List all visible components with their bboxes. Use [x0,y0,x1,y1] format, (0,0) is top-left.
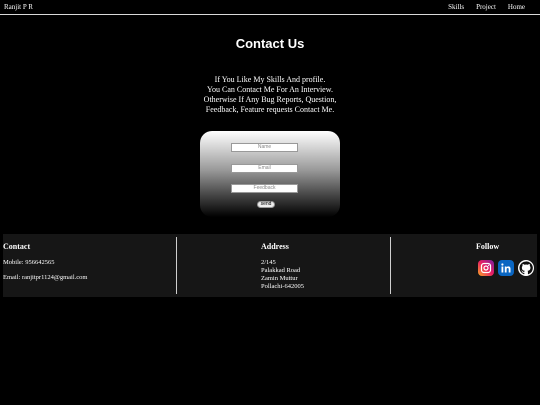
nav-link-skills[interactable]: Skills [448,3,464,11]
nav-link-home[interactable]: Home [508,3,525,11]
social-icons [478,260,534,276]
feedback-input[interactable]: Feedback [231,184,298,193]
instagram-icon[interactable] [478,260,494,276]
address-line: 2/145 [261,259,276,266]
intro-text: If You Like My Skills And profile. You C… [0,75,540,115]
intro-line: If You Like My Skills And profile. [214,75,326,84]
nav-links: Skills Project Home [448,3,525,11]
address-block: 2/145 Palakkad Road Zamin Muttur Pollach… [261,259,304,291]
intro-line: You Can Contact Me For An Interview. [207,85,333,94]
github-icon[interactable] [518,260,534,276]
address-line: Zamin Muttur [261,275,298,282]
intro-line: Otherwise If Any Bug Reports, Question, [203,95,337,104]
footer: Contact Mobile: 956642565 Email: ranjitp… [3,234,537,297]
nav-link-project[interactable]: Project [476,3,496,11]
top-navbar: Ranjit P R Skills Project Home [0,0,540,15]
contact-mobile: Mobile: 956642565 [3,259,55,266]
footer-divider [390,237,391,294]
follow-title: Follow [476,242,500,251]
contact-email[interactable]: Email: ranjitpr1124@gmail.com [3,274,87,281]
name-input[interactable]: Name [231,143,298,152]
contact-title: Contact [3,242,31,251]
footer-divider [176,237,177,294]
address-line: Pollachi-642005 [261,283,304,290]
email-input[interactable]: Email [231,164,298,173]
footer-contact: Contact Mobile: 956642565 Email: ranjitp… [3,234,173,297]
contact-form: Name Email Feedback send [200,131,340,217]
send-button[interactable]: send [257,201,275,208]
footer-address: Address 2/145 Palakkad Road Zamin Muttur… [261,234,381,297]
address-line: Palakkad Road [261,267,301,274]
intro-line: Feedback, Feature requests Contact Me. [205,105,335,114]
linkedin-icon[interactable] [498,260,514,276]
page-title: Contact Us [235,36,305,51]
address-title: Address [261,242,289,251]
brand-name[interactable]: Ranjit P R [4,3,33,11]
